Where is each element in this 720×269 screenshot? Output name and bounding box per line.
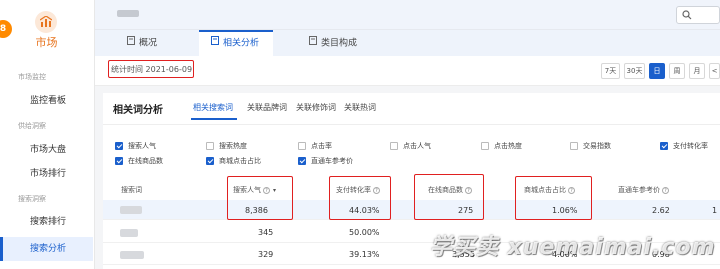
blurred-keyword [120,229,138,237]
blurred-keyword [120,206,142,214]
subtab-modifier[interactable]: 关联修饰词 [296,102,336,113]
period-day-button[interactable]: 日 [649,63,665,79]
cell-popularity: 345 [258,228,274,237]
col-ztc-price[interactable]: 直通车参考价? [618,185,669,195]
metric-checkbox-click-heat[interactable]: 点击热度 [481,141,522,151]
sidebar-group-monitor: 市场监控 [18,73,46,81]
metric-checkbox-click-rate[interactable]: 点击率 [298,141,332,151]
highlight-box [414,174,484,220]
cell-extra: 1 [712,206,718,215]
search-input[interactable] [676,6,720,24]
market-label[interactable]: 市场 [0,34,93,50]
period-week-button[interactable]: 周 [669,63,685,79]
cell-conversion: 50.00% [349,228,380,237]
document-icon [309,30,317,56]
tab-related-analysis-label: 相关分析 [223,38,260,49]
metric-checkbox-pay-conversion[interactable]: 支付转化率 [660,141,708,151]
tab-related-analysis[interactable]: 相关分析 [199,30,273,56]
col-keyword: 搜索词 [121,186,142,194]
sidebar-item-market-overview[interactable]: 市场大盘 [0,138,93,162]
metric-checkbox-ztc-price[interactable]: 直通车参考价 [298,156,353,166]
panel-divider [103,124,720,125]
app-window: 8 市场 市场监控 监控看板 供给洞察 市场大盘 市场排行 搜索洞察 搜索排行 … [0,0,720,269]
subtab-related-search[interactable]: 相关搜索词 [193,102,233,113]
blurred-keyword [120,251,144,259]
document-icon [211,32,219,54]
sidebar-item-monitor-board[interactable]: 监控看板 [0,89,93,113]
panel-title: 相关词分析 [113,105,163,116]
highlight-box [227,176,293,220]
document-icon [127,30,135,56]
help-icon: ? [662,186,669,194]
metric-checkbox-trade-index[interactable]: 交易指数 [570,141,611,151]
table-row[interactable]: 8,386 44.03% 275 1.06% 2.62 1 [103,200,720,220]
search-icon [682,10,692,20]
top-header [95,0,720,30]
period-prev-button[interactable]: < [709,63,720,79]
sidebar-item-search-analysis[interactable]: 搜索分析 [0,237,93,261]
blurred-title [117,10,139,17]
period-30d-button[interactable]: 30天 [624,63,645,79]
sidebar-item-search-ranking[interactable]: 搜索排行 [0,210,93,234]
cell-conversion: 39.13% [349,250,380,259]
highlight-box [329,176,391,220]
stat-bar: 统计时间 2021-06-09 7天 30天 日 周 月 < [95,56,720,86]
tab-overview-label: 概况 [139,38,158,49]
subtab-hot[interactable]: 关联热词 [344,102,376,113]
sidebar-group-search: 搜索洞察 [18,195,46,203]
watermark: 学买卖 xuemaimai.com [430,235,716,260]
metric-checkbox-mall-click-ratio[interactable]: 商城点击占比 [206,156,261,166]
period-7d-button[interactable]: 7天 [601,63,620,79]
cell-popularity: 329 [258,250,274,259]
highlight-box [515,176,592,220]
market-icon[interactable] [35,11,57,33]
tab-category-composition[interactable]: 类目构成 [309,30,379,56]
sidebar-item-market-ranking[interactable]: 市场排行 [0,162,93,186]
metric-checkbox-online-items[interactable]: 在线商品数 [115,156,163,166]
subtab-underline [191,118,237,120]
metric-checkbox-search-heat[interactable]: 搜索热度 [206,141,247,151]
cell-ztc: 2.62 [652,206,670,215]
period-month-button[interactable]: 月 [689,63,705,79]
tab-category-composition-label: 类目构成 [321,38,358,49]
sidebar-group-supply: 供给洞察 [18,122,46,130]
tab-overview[interactable]: 概况 [127,30,187,56]
metric-checkbox-search-popularity[interactable]: 搜索人气 [115,141,156,151]
subtab-brand[interactable]: 关联品牌词 [247,102,287,113]
main-tabs: 概况 相关分析 类目构成 [95,30,720,56]
sidebar: 8 市场 市场监控 监控看板 供给洞察 市场大盘 市场排行 搜索洞察 搜索排行 … [0,0,95,269]
metric-checkbox-click-popularity[interactable]: 点击人气 [390,141,431,151]
highlight-box [108,60,194,78]
